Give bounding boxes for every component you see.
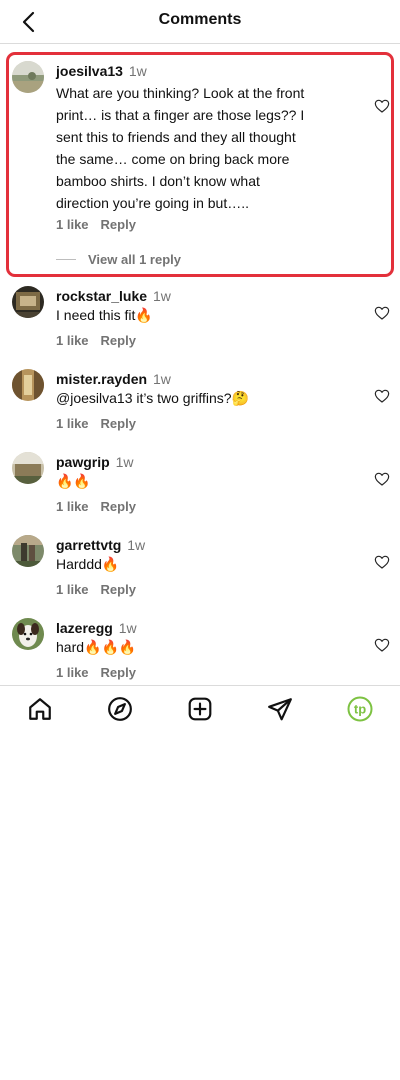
nav-send[interactable] (240, 686, 320, 731)
comment-item: mister.rayden 1w @joesilva13 it’s two gr… (0, 369, 400, 431)
like-count[interactable]: 1 like (56, 582, 89, 597)
page-title: Comments (158, 11, 242, 28)
comment-header: joesilva13 1w (56, 61, 360, 82)
nav-create[interactable] (160, 686, 240, 731)
comment-username[interactable]: rockstar_luke (56, 288, 147, 304)
like-count[interactable]: 1 like (56, 217, 89, 232)
header: Comments (0, 0, 400, 44)
reply-button[interactable]: Reply (101, 217, 136, 232)
heart-icon[interactable] (374, 305, 390, 321)
like-count[interactable]: 1 like (56, 665, 89, 680)
view-replies-label: View all 1 reply (88, 251, 181, 267)
comment-actions: 1 like Reply (56, 217, 360, 232)
heart-icon[interactable] (374, 388, 390, 404)
comment-time: 1w (127, 537, 146, 553)
view-replies-button[interactable]: View all 1 reply (56, 249, 360, 269)
heart-icon[interactable] (374, 471, 390, 487)
comment-header: mister.rayden 1w (56, 369, 360, 390)
comment-username[interactable]: garrettvtg (56, 537, 121, 553)
comment-text-line: 🔥🔥 (56, 473, 91, 489)
like-count[interactable]: 1 like (56, 416, 89, 431)
profile-avatar-icon: tp (347, 696, 373, 721)
comment-time: 1w (118, 620, 137, 636)
comment-time: 1w (152, 288, 171, 304)
comment-username[interactable]: joesilva13 (56, 63, 123, 79)
comment-text: hard🔥🔥🔥 (56, 639, 360, 656)
comment-actions: 1 like Reply (56, 499, 360, 514)
avatar[interactable] (12, 61, 44, 93)
comment-actions: 1 like Reply (56, 416, 360, 431)
comment-item: garrettvtg 1w Harddd🔥 1 like Reply (0, 535, 400, 597)
reply-button[interactable]: Reply (101, 499, 136, 514)
create-icon (188, 697, 212, 720)
comment-item: lazeregg 1w hard🔥🔥🔥 1 like Reply (0, 618, 400, 680)
avatar[interactable] (12, 369, 44, 401)
avatar[interactable] (12, 535, 44, 567)
like-count[interactable]: 1 like (56, 333, 89, 348)
send-icon (268, 697, 292, 720)
avatar[interactable] (12, 452, 44, 484)
profile-initials: tp (354, 701, 366, 716)
comment-text: @joesilva13 it’s two griffins?🤔 (56, 390, 360, 407)
comment-item: pawgrip 1w 🔥🔥 1 like Reply (0, 452, 400, 514)
comment-text-line: direction you’re going in but….. (56, 195, 249, 211)
comment-text-line: print… is that a finger are those legs??… (56, 107, 305, 123)
comment-item: joesilva13 1w What are you thinking? Loo… (0, 61, 400, 269)
reply-divider (56, 258, 76, 260)
comment-time: 1w (128, 63, 147, 79)
comment-username[interactable]: mister.rayden (56, 371, 147, 387)
avatar[interactable] (12, 618, 44, 650)
comments-list: joesilva13 1w What are you thinking? Loo… (0, 45, 400, 680)
comment-item: rockstar_luke 1w I need this fit🔥 1 like… (0, 286, 400, 348)
comment-text: I need this fit🔥 (56, 307, 360, 324)
reply-button[interactable]: Reply (101, 582, 136, 597)
home-icon (29, 697, 51, 720)
comment-text-line: Harddd🔥 (56, 556, 120, 572)
explore-icon (108, 696, 132, 721)
comment-text-line: @joesilva13 it’s two griffins?🤔 (56, 390, 249, 406)
comment-text-line: What are you thinking? Look at the front (56, 85, 305, 101)
comment-header: lazeregg 1w (56, 618, 360, 639)
like-count[interactable]: 1 like (56, 499, 89, 514)
comment-actions: 1 like Reply (56, 333, 360, 348)
comment-text: 🔥🔥 (56, 473, 360, 490)
comment-text-line: hard🔥🔥🔥 (56, 639, 137, 655)
comment-text-line: the same… come on bring back more (56, 151, 290, 167)
comment-text-line: bamboo shirts. I don’t know what (56, 173, 260, 189)
comment-time: 1w (152, 371, 171, 387)
avatar[interactable] (12, 286, 44, 318)
heart-icon[interactable] (374, 637, 390, 653)
reply-button[interactable]: Reply (101, 333, 136, 348)
comment-actions: 1 like Reply (56, 582, 360, 597)
comment-text-line: sent this to friends and they all though… (56, 129, 296, 145)
nav-home[interactable] (0, 686, 80, 731)
comment-header: pawgrip 1w (56, 452, 360, 473)
reply-button[interactable]: Reply (101, 665, 136, 680)
comment-actions: 1 like Reply (56, 665, 360, 680)
comment-username[interactable]: lazeregg (56, 620, 113, 636)
comment-text: Harddd🔥 (56, 556, 360, 573)
reply-button[interactable]: Reply (101, 416, 136, 431)
nav-explore[interactable] (80, 686, 160, 731)
comment-username[interactable]: pawgrip (56, 454, 110, 470)
comment-text-line: I need this fit🔥 (56, 307, 153, 323)
heart-icon[interactable] (374, 554, 390, 570)
comment-time: 1w (115, 454, 134, 470)
comment-header: garrettvtg 1w (56, 535, 360, 556)
bottom-nav: tp (0, 685, 400, 731)
comment-header: rockstar_luke 1w (56, 286, 360, 307)
comment-text: What are you thinking? Look at the front… (56, 82, 360, 214)
nav-profile[interactable]: tp (320, 686, 400, 731)
heart-icon[interactable] (374, 98, 390, 114)
